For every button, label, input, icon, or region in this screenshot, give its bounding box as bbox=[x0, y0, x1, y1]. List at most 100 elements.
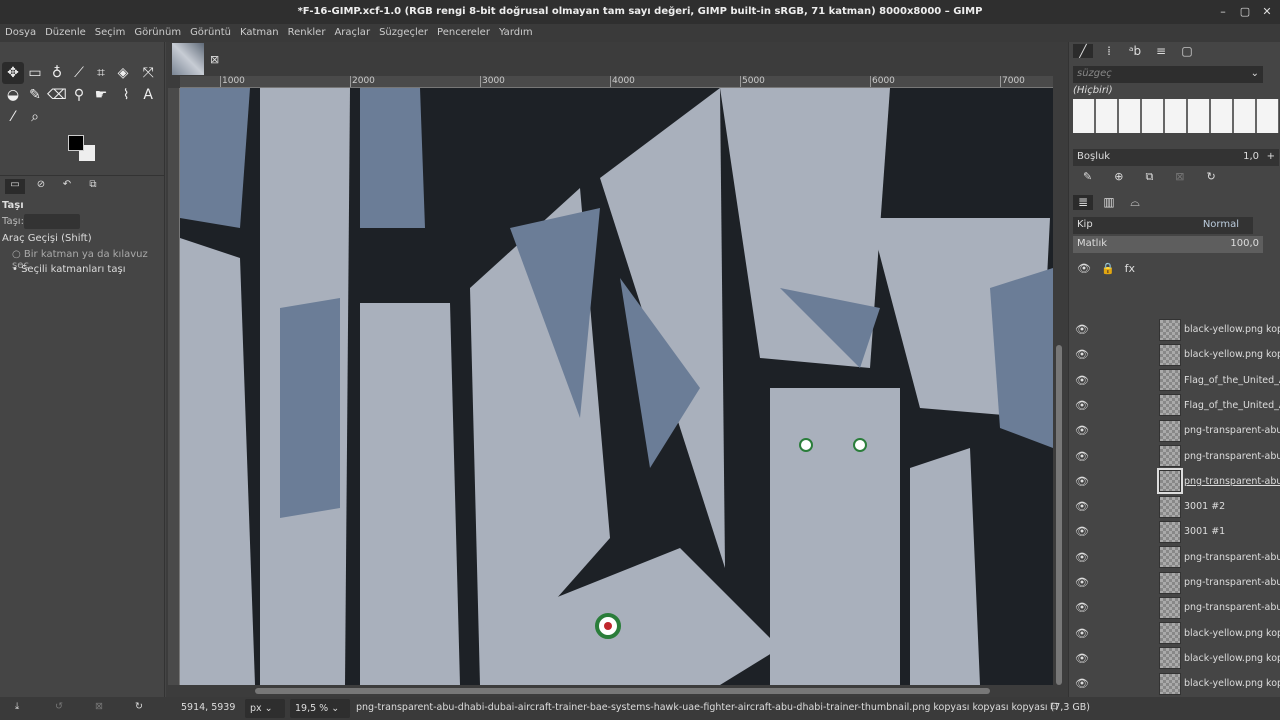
fonts-tab-icon[interactable]: ᵃb bbox=[1125, 44, 1145, 58]
layer-row[interactable]: 👁 3001 #2 bbox=[1069, 494, 1280, 519]
delete-brush-icon[interactable]: ⊠ bbox=[1175, 170, 1184, 184]
brushes-tab-icon[interactable]: ╱ bbox=[1073, 44, 1093, 58]
rect-select-tool-icon[interactable]: ▭ bbox=[24, 62, 46, 84]
tool-options-title: Taşı bbox=[2, 200, 24, 211]
patterns-tab-icon[interactable]: ⁞ bbox=[1099, 44, 1119, 58]
visibility-eye-icon[interactable]: 👁 bbox=[1069, 348, 1095, 361]
channels-tab-icon[interactable]: ▥ bbox=[1099, 195, 1119, 210]
layer-row[interactable]: 👁 3001 #1 bbox=[1069, 519, 1280, 544]
visibility-eye-icon[interactable]: 👁 bbox=[1069, 601, 1095, 614]
tool-options-tab-icon[interactable]: ▭ bbox=[5, 179, 25, 194]
move-mode-buttons[interactable] bbox=[24, 214, 80, 229]
new-brush-icon[interactable]: ⊕ bbox=[1114, 170, 1123, 184]
layer-row[interactable]: 👁 black-yellow.png kopyası bbox=[1069, 646, 1280, 671]
visibility-eye-icon[interactable]: 👁 bbox=[1069, 374, 1095, 387]
zoom-tool-icon[interactable]: ⌕ bbox=[24, 106, 46, 128]
color-picker-icon[interactable]: ⁄ bbox=[2, 106, 24, 128]
device-status-tab-icon[interactable]: ⊘ bbox=[31, 179, 51, 194]
warp-tool-icon[interactable]: ⤧ bbox=[137, 62, 159, 84]
undo-history-tab-icon[interactable]: ↶ bbox=[57, 179, 77, 194]
visibility-eye-icon[interactable]: 👁 bbox=[1069, 525, 1095, 538]
save-options-icon[interactable]: ⤓ bbox=[15, 701, 19, 712]
bucket-fill-icon[interactable]: ◒ bbox=[2, 84, 24, 106]
menu-windows[interactable]: Pencereler bbox=[437, 24, 496, 42]
menu-filters[interactable]: Süzgeçler bbox=[379, 24, 434, 42]
zoom-select[interactable]: 19,5 % ⌄ bbox=[290, 699, 350, 718]
image-canvas[interactable] bbox=[180, 88, 1053, 685]
layer-row[interactable]: 👁 Flag_of_the_United_Arab bbox=[1069, 393, 1280, 418]
visibility-eye-icon[interactable]: 👁 bbox=[1069, 399, 1095, 412]
visibility-eye-icon[interactable]: 👁 bbox=[1069, 677, 1095, 690]
layers-tab-icon[interactable]: ≣ bbox=[1073, 195, 1093, 210]
layer-row[interactable]: 👁 png-transparent-abu-dhabi bbox=[1069, 570, 1280, 595]
visibility-eye-icon[interactable]: 👁 bbox=[1069, 627, 1095, 640]
radio-move-selected[interactable]: • Seçili katmanları taşı bbox=[12, 264, 125, 275]
menu-view[interactable]: Görünüm bbox=[134, 24, 187, 42]
visibility-eye-icon[interactable]: 👁 bbox=[1069, 424, 1095, 437]
image-tab-thumbnail[interactable] bbox=[172, 43, 204, 75]
visibility-eye-icon[interactable]: 👁 bbox=[1069, 500, 1095, 513]
close-image-icon[interactable]: ⊠ bbox=[210, 53, 219, 66]
refresh-brushes-icon[interactable]: ↻ bbox=[1207, 170, 1216, 184]
close-button[interactable]: ✕ bbox=[1256, 0, 1278, 24]
minimize-button[interactable]: – bbox=[1212, 0, 1234, 24]
maximize-button[interactable]: ▢ bbox=[1234, 0, 1256, 24]
menu-colors[interactable]: Renkler bbox=[288, 24, 332, 42]
gradients-tab-icon[interactable]: ▢ bbox=[1177, 44, 1197, 58]
layer-mode-select[interactable]: Kip Normal bbox=[1073, 217, 1253, 234]
spacing-field[interactable]: Boşluk 1,0 + bbox=[1073, 149, 1279, 166]
clone-tool-icon[interactable]: ⚲ bbox=[68, 84, 90, 106]
layer-row[interactable]: 👁 png-transparent-abu-dhabi bbox=[1069, 545, 1280, 570]
images-tab-icon[interactable]: ⧉ bbox=[83, 179, 103, 194]
fuzzy-select-tool-icon[interactable]: ⟋ bbox=[68, 62, 90, 84]
menu-tools[interactable]: Araçlar bbox=[334, 24, 376, 42]
layer-row[interactable]: 👁 black-yellow.png kopyası bbox=[1069, 671, 1280, 696]
smudge-tool-icon[interactable]: ☛ bbox=[90, 84, 112, 106]
paths-tab-icon[interactable]: ⌓ bbox=[1125, 195, 1145, 210]
layer-row[interactable]: 👁 png-transparent-abu-dhabi bbox=[1069, 595, 1280, 620]
layer-row[interactable]: 👁 png-transparent-abu-dhabi bbox=[1069, 418, 1280, 443]
menu-edit[interactable]: Düzenle bbox=[45, 24, 92, 42]
reset-icon[interactable]: ↻ bbox=[135, 701, 143, 712]
documents-tab-icon[interactable]: ≡ bbox=[1151, 44, 1171, 58]
paths-tool-icon[interactable]: ⌇ bbox=[115, 84, 137, 106]
text-tool-icon[interactable]: A bbox=[137, 84, 159, 106]
layer-row[interactable]: 👁 black-yellow.png kopyası bbox=[1069, 621, 1280, 646]
menu-select[interactable]: Seçim bbox=[95, 24, 132, 42]
menu-layer[interactable]: Katman bbox=[240, 24, 285, 42]
visibility-eye-icon[interactable]: 👁 bbox=[1069, 450, 1095, 463]
visibility-eye-icon[interactable]: 👁 bbox=[1069, 475, 1095, 488]
opacity-slider[interactable]: Matlık 100,0 bbox=[1073, 236, 1263, 253]
visibility-eye-icon[interactable]: 👁 bbox=[1069, 551, 1095, 564]
eraser-icon[interactable]: ⌫ bbox=[46, 84, 68, 106]
visibility-eye-icon[interactable]: 👁 bbox=[1069, 576, 1095, 589]
paintbrush-icon[interactable]: ✎ bbox=[24, 84, 46, 106]
menu-file[interactable]: Dosya bbox=[5, 24, 42, 42]
layer-row[interactable]: 👁 Flag_of_the_United_Arab bbox=[1069, 368, 1280, 393]
visibility-eye-icon[interactable]: 👁 bbox=[1069, 652, 1095, 665]
move-tool-icon[interactable]: ✥ bbox=[2, 62, 24, 84]
navigate-icon[interactable]: ⊡ bbox=[1050, 701, 1058, 712]
layer-row[interactable]: 👁 black-yellow.png kopyası bbox=[1069, 317, 1280, 342]
vertical-scrollbar[interactable] bbox=[1056, 345, 1062, 685]
horizontal-scrollbar[interactable] bbox=[255, 688, 990, 694]
crop-tool-icon[interactable]: ⌗ bbox=[90, 62, 112, 84]
layer-row[interactable]: 👁 png-transparent-abu-dhabi bbox=[1069, 444, 1280, 469]
layer-row[interactable]: 👁 black-yellow.png kopyası bbox=[1069, 342, 1280, 367]
plus-icon[interactable]: + bbox=[1267, 151, 1275, 162]
menu-image[interactable]: Görüntü bbox=[190, 24, 237, 42]
transform-tool-icon[interactable]: ◈ bbox=[112, 62, 134, 84]
brush-grid[interactable] bbox=[1073, 99, 1279, 133]
visibility-eye-icon[interactable]: 👁 bbox=[1069, 323, 1095, 336]
restore-icon[interactable]: ↺ bbox=[55, 701, 63, 712]
duplicate-brush-icon[interactable]: ⧉ bbox=[1145, 170, 1153, 184]
edit-brush-icon[interactable]: ✎ bbox=[1083, 170, 1092, 184]
layer-name: black-yellow.png kopyası bbox=[1184, 678, 1280, 690]
menu-help[interactable]: Yardım bbox=[499, 24, 539, 42]
delete-icon[interactable]: ⊠ bbox=[95, 701, 103, 712]
foreground-color[interactable] bbox=[68, 135, 84, 151]
lasso-tool-icon[interactable]: ♁ bbox=[46, 62, 68, 84]
layer-row[interactable]: 👁 png-transparent-abu-dhabi bbox=[1069, 468, 1280, 495]
unit-select[interactable]: px ⌄ bbox=[245, 699, 285, 718]
brush-filter-input[interactable]: süzgeç ⌄ bbox=[1073, 66, 1263, 83]
